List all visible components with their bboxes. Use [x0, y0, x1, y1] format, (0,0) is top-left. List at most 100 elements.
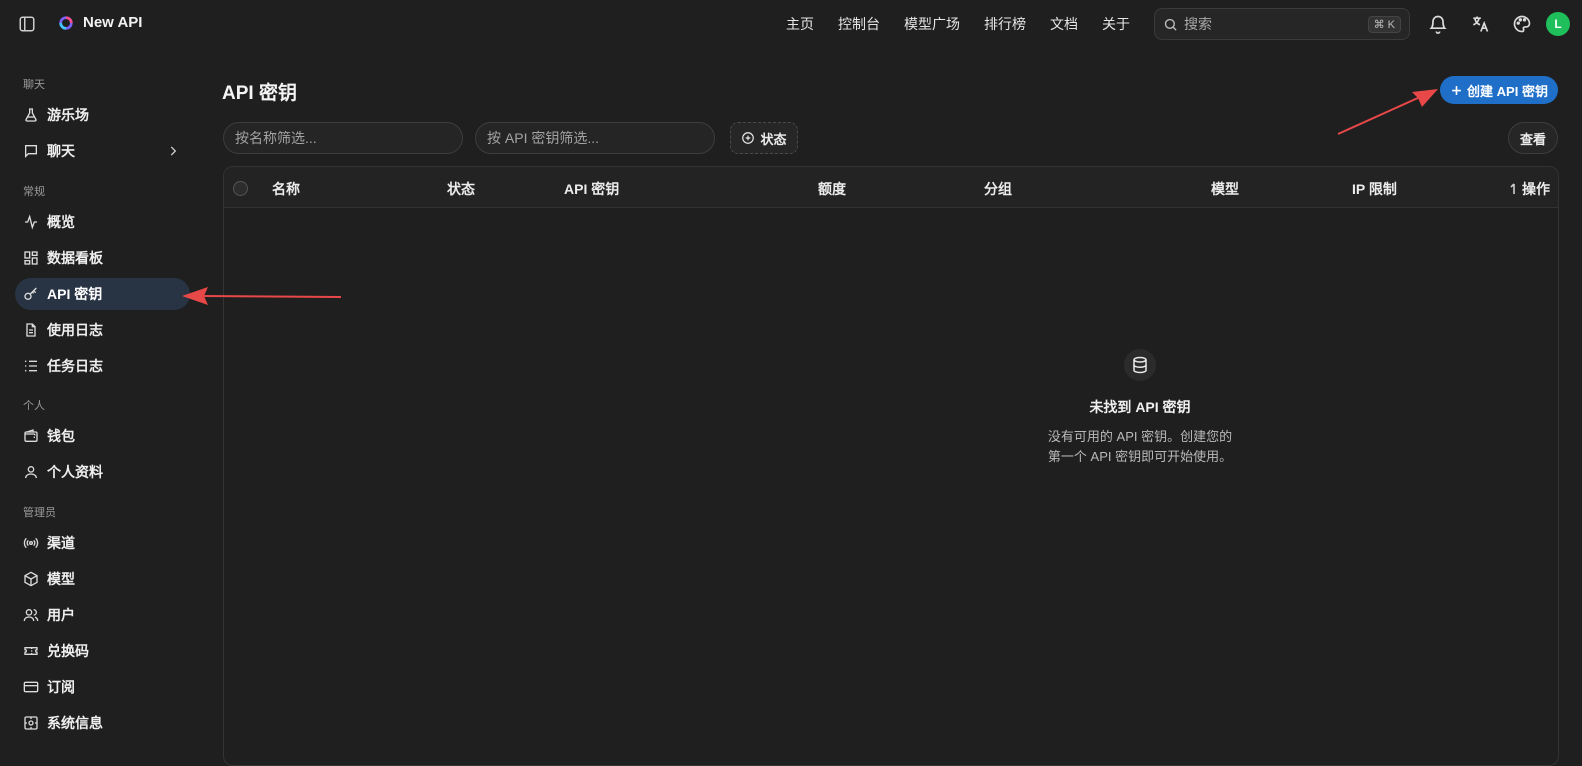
sidebar-item-api-keys[interactable]: API 密钥: [15, 278, 190, 310]
annotation-arrow-up-right-icon: [1337, 89, 1438, 135]
box-icon: [23, 571, 39, 587]
sidebar-group-admin: 管理员: [23, 507, 56, 519]
chevron-right-icon: [166, 144, 180, 158]
table-header: 名称 状态 API 密钥 额度 分组 模型 IP 限制 操作: [224, 167, 1558, 208]
nav-docs[interactable]: 文档: [1050, 14, 1078, 34]
sidebar-item-label: 使用日志: [47, 322, 103, 338]
column-header-actions-label: 操作: [1522, 181, 1550, 197]
sidebar-item-profile[interactable]: 个人资料: [15, 456, 190, 488]
select-all-checkbox[interactable]: [233, 181, 248, 196]
sidebar-item-label: 模型: [47, 571, 75, 587]
sort-icon: [1509, 183, 1519, 195]
palette-icon[interactable]: [1512, 14, 1532, 34]
language-icon[interactable]: [1470, 14, 1490, 34]
sidebar-item-channels[interactable]: 渠道: [15, 527, 190, 559]
sidebar-item-label: 数据看板: [47, 250, 103, 266]
status-filter-button[interactable]: 状态: [730, 122, 798, 154]
sidebar-group-personal: 个人: [23, 400, 45, 412]
sidebar-item-usage-logs[interactable]: 使用日志: [15, 314, 190, 346]
sidebar-group-general: 常规: [23, 186, 45, 198]
sidebar: 聊天 游乐场 聊天 常规 概览 数据看板 API 密钥 使用日志 任务日志 个人…: [0, 48, 206, 747]
empty-description: 没有可用的 API 密钥。创建您的 第一个 API 密钥即可开始使用。: [1030, 427, 1250, 467]
plus-icon: [1450, 84, 1463, 97]
empty-title: 未找到 API 密钥: [1089, 399, 1191, 415]
sidebar-item-label: API 密钥: [47, 286, 103, 302]
sidebar-item-playground[interactable]: 游乐场: [15, 99, 190, 131]
sidebar-item-label: 游乐场: [47, 107, 89, 123]
api-key-filter-input[interactable]: [475, 122, 715, 154]
sidebar-group-chat: 聊天: [23, 79, 45, 91]
sidebar-item-users[interactable]: 用户: [15, 599, 190, 631]
name-filter-input[interactable]: [223, 122, 463, 154]
sidebar-item-chat[interactable]: 聊天: [15, 135, 190, 167]
bell-icon[interactable]: [1428, 14, 1448, 34]
column-header-ip-limit[interactable]: IP 限制: [1352, 179, 1397, 199]
sidebar-item-system-info[interactable]: 系统信息: [15, 707, 190, 739]
sidebar-item-label: 概览: [47, 214, 75, 230]
card-icon: [23, 679, 39, 695]
create-api-key-label: 创建 API 密钥: [1467, 83, 1548, 99]
sidebar-item-label: 订阅: [47, 679, 75, 695]
column-header-name[interactable]: 名称: [272, 179, 300, 199]
empty-state: 未找到 API 密钥 没有可用的 API 密钥。创建您的 第一个 API 密钥即…: [1030, 349, 1250, 467]
status-filter-label: 状态: [760, 131, 787, 147]
nav-about[interactable]: 关于: [1102, 14, 1130, 34]
sidebar-toggle-icon[interactable]: [18, 15, 36, 33]
search-input[interactable]: 搜索 ⌘ K: [1154, 8, 1410, 40]
avatar[interactable]: L: [1546, 12, 1570, 36]
users-icon: [23, 607, 39, 623]
sidebar-item-label: 用户: [47, 607, 75, 623]
empty-description-line-1: 没有可用的 API 密钥。创建您的: [1047, 429, 1233, 444]
sidebar-item-subscriptions[interactable]: 订阅: [15, 671, 190, 703]
view-button[interactable]: 查看: [1508, 122, 1558, 154]
sidebar-item-label: 渠道: [47, 535, 75, 551]
sidebar-item-label: 钱包: [47, 428, 75, 444]
sidebar-item-dashboard[interactable]: 数据看板: [15, 242, 190, 274]
column-header-api-key[interactable]: API 密钥: [564, 179, 619, 199]
system-icon: [23, 715, 39, 731]
broadcast-icon: [23, 535, 39, 551]
sidebar-item-label: 任务日志: [47, 358, 103, 374]
sidebar-item-redeem-codes[interactable]: 兑换码: [15, 635, 190, 667]
activity-icon: [23, 214, 39, 230]
database-icon: [1124, 349, 1156, 381]
sidebar-item-task-logs[interactable]: 任务日志: [15, 350, 190, 382]
sidebar-item-label: 系统信息: [47, 715, 103, 731]
sidebar-item-wallet[interactable]: 钱包: [15, 420, 190, 452]
plus-circle-icon: [741, 131, 755, 145]
sidebar-item-label: 个人资料: [47, 464, 103, 480]
column-header-status[interactable]: 状态: [447, 179, 475, 199]
nav-leaderboard[interactable]: 排行榜: [984, 14, 1026, 34]
sidebar-item-label: 聊天: [47, 143, 75, 159]
column-header-models[interactable]: 模型: [1211, 179, 1239, 199]
nav-home[interactable]: 主页: [786, 14, 814, 34]
api-keys-table: 名称 状态 API 密钥 额度 分组 模型 IP 限制 操作 未找到 API 密…: [223, 166, 1559, 766]
search-placeholder: 搜索: [1184, 16, 1212, 32]
ticket-icon: [23, 643, 39, 659]
top-bar: New API 主页 控制台 模型广场 排行榜 文档 关于 搜索 ⌘ K L: [0, 0, 1582, 48]
page-title: API 密钥: [222, 83, 297, 104]
nav-model-square[interactable]: 模型广场: [904, 14, 960, 34]
sidebar-item-models[interactable]: 模型: [15, 563, 190, 595]
sidebar-item-overview[interactable]: 概览: [15, 206, 190, 238]
dashboard-icon: [23, 250, 39, 266]
empty-description-line-2: 第一个 API 密钥即可开始使用。: [1047, 449, 1233, 464]
top-nav: 主页 控制台 模型广场 排行榜 文档 关于: [786, 0, 1154, 48]
nav-console[interactable]: 控制台: [838, 14, 880, 34]
log-icon: [23, 322, 39, 338]
brand[interactable]: New API: [58, 14, 142, 31]
key-icon: [23, 286, 39, 302]
column-header-quota[interactable]: 额度: [818, 179, 846, 199]
app-name: New API: [83, 14, 143, 31]
task-list-icon: [23, 358, 39, 374]
column-header-group[interactable]: 分组: [984, 179, 1012, 199]
column-header-actions[interactable]: 操作: [1509, 179, 1550, 199]
wallet-icon: [23, 428, 39, 444]
flask-icon: [23, 107, 39, 123]
search-shortcut: ⌘ K: [1367, 15, 1401, 33]
search-icon: [1163, 17, 1178, 32]
chat-icon: [23, 143, 39, 159]
sidebar-item-label: 兑换码: [47, 643, 89, 659]
create-api-key-button[interactable]: 创建 API 密钥: [1440, 76, 1558, 104]
user-icon: [23, 464, 39, 480]
